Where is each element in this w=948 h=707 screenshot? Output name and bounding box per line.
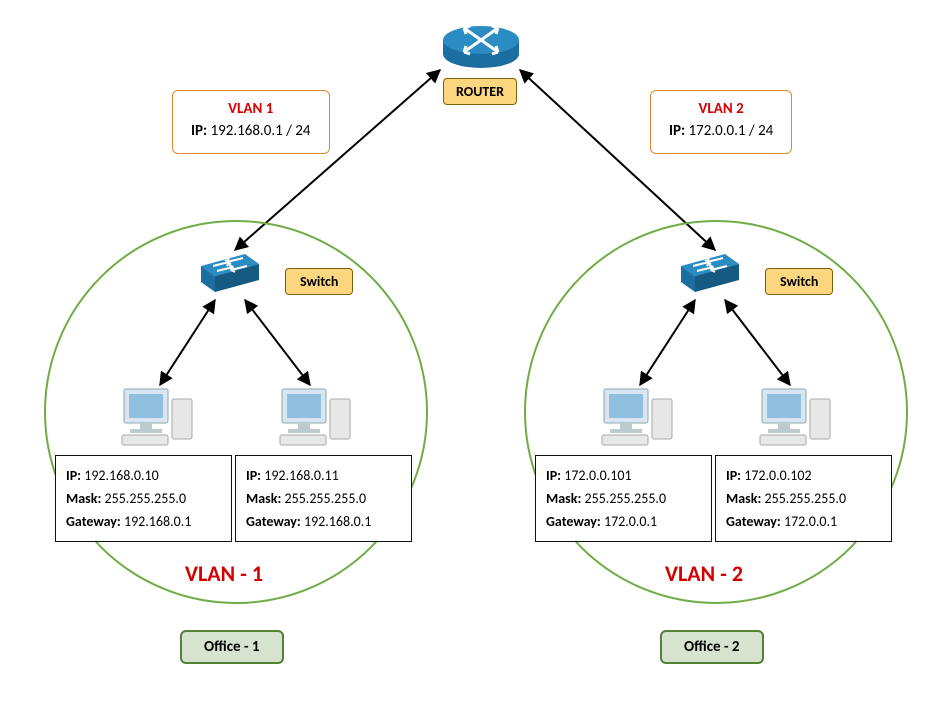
pc-l1-icon bbox=[120, 385, 198, 452]
vlan2-title: VLAN 2 bbox=[669, 99, 773, 121]
pc-l2-icon bbox=[278, 385, 356, 452]
pc-r1-info: IP: 172.0.0.101 Mask: 255.255.255.0 Gate… bbox=[535, 455, 712, 542]
router-label: ROUTER bbox=[443, 78, 517, 105]
switch-left-icon bbox=[195, 248, 265, 303]
switch-right-icon bbox=[675, 248, 745, 303]
router-icon bbox=[440, 10, 522, 77]
pc-r2-info: IP: 172.0.0.102 Mask: 255.255.255.0 Gate… bbox=[715, 455, 892, 542]
pc-l2-info: IP: 192.168.0.11 Mask: 255.255.255.0 Gat… bbox=[235, 455, 412, 542]
vlan1-info-box: VLAN 1 IP: 192.168.0.1 / 24 bbox=[172, 90, 330, 154]
vlan1-label: VLAN - 1 bbox=[185, 560, 263, 587]
vlan1-title: VLAN 1 bbox=[191, 99, 311, 121]
switch-left-label: Switch bbox=[285, 268, 353, 295]
pc-l1-info: IP: 192.168.0.10 Mask: 255.255.255.0 Gat… bbox=[55, 455, 232, 542]
office2-label: Office - 2 bbox=[660, 630, 764, 664]
switch-right-label: Switch bbox=[765, 268, 833, 295]
office1-label: Office - 1 bbox=[180, 630, 284, 664]
vlan2-info-box: VLAN 2 IP: 172.0.0.1 / 24 bbox=[650, 90, 792, 154]
vlan2-label: VLAN - 2 bbox=[665, 560, 743, 587]
pc-r2-icon bbox=[758, 385, 836, 452]
pc-r1-icon bbox=[600, 385, 678, 452]
